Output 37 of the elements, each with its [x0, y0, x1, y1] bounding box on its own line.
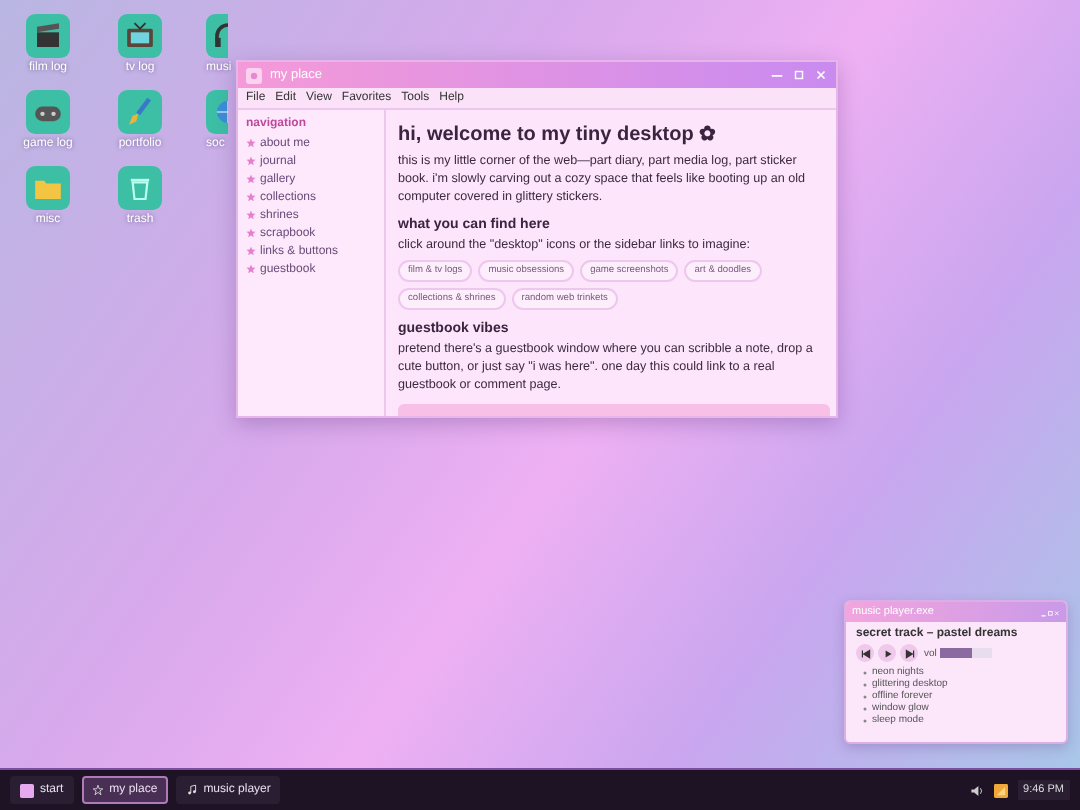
bullet-icon — [862, 669, 868, 675]
bullet-icon — [862, 705, 868, 711]
bullet-icon — [862, 693, 868, 699]
close-icon[interactable] — [814, 68, 828, 82]
clapperboard-icon[interactable] — [26, 14, 70, 58]
star-icon — [246, 156, 256, 166]
paintbrush-icon[interactable] — [118, 90, 162, 134]
star-icon — [91, 784, 104, 796]
bullet-icon — [862, 717, 868, 723]
previous-button[interactable] — [856, 644, 874, 662]
star-icon — [246, 174, 256, 184]
gamepad-icon[interactable] — [26, 90, 70, 134]
next-button[interactable] — [900, 644, 918, 662]
star-icon — [246, 264, 256, 274]
trash-icon[interactable] — [118, 166, 162, 210]
speaker-icon[interactable] — [969, 783, 984, 797]
next-icon — [903, 647, 915, 659]
maximize-icon[interactable] — [792, 68, 806, 82]
bullet-icon — [862, 681, 868, 687]
music-note-icon — [185, 784, 198, 796]
play-icon — [881, 647, 893, 659]
network-icon[interactable] — [993, 783, 1008, 797]
headphones-icon[interactable] — [206, 14, 228, 58]
star-icon — [246, 138, 256, 148]
star-icon — [246, 210, 256, 220]
star-icon — [246, 228, 256, 238]
square-icon — [20, 783, 34, 797]
star-icon — [246, 246, 256, 256]
tv-icon[interactable] — [118, 14, 162, 58]
globe-icon[interactable] — [206, 90, 228, 134]
app-icon — [246, 67, 262, 83]
page-heading: hi, welcome to my tiny desktop ✿ — [398, 122, 718, 146]
previous-icon — [859, 647, 871, 659]
play-button[interactable] — [878, 644, 896, 662]
volume-slider[interactable] — [940, 648, 993, 658]
star-icon — [246, 192, 256, 202]
window-controls-icon[interactable] — [1040, 607, 1060, 617]
